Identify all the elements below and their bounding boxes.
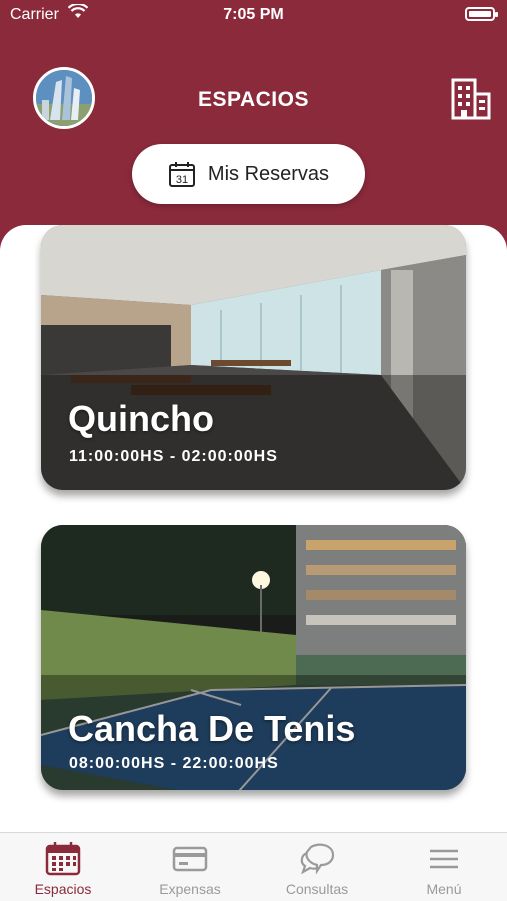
space-name: Cancha De Tenis xyxy=(68,708,356,749)
tab-menu[interactable]: Menú xyxy=(381,833,507,901)
clock: 7:05 PM xyxy=(223,6,284,23)
space-hours: 11:00:00HS - 02:00:00HS xyxy=(69,448,278,465)
mis-reservas-button[interactable]: 31 Mis Reservas xyxy=(132,144,365,204)
mis-reservas-label: Mis Reservas xyxy=(207,162,330,185)
tab-label: Consultas xyxy=(285,881,349,897)
tab-bar: Espacios Expensas Consultas Menú xyxy=(0,832,507,901)
tab-expensas[interactable]: Expensas xyxy=(127,833,253,901)
building-icon[interactable] xyxy=(451,78,491,120)
battery-icon xyxy=(465,7,498,21)
spaces-list[interactable]: Quincho 11:00:00HS - 02:00:00HS Cancha D… xyxy=(0,225,507,835)
tab-espacios[interactable]: Espacios xyxy=(0,833,126,901)
credit-card-icon xyxy=(172,846,208,872)
calendar-icon xyxy=(45,842,81,876)
tab-consultas[interactable]: Consultas xyxy=(254,833,380,901)
space-card-tenis[interactable]: Cancha De Tenis 08:00:00HS - 22:00:00HS xyxy=(41,525,466,790)
calendar-day: 31 xyxy=(176,174,188,186)
space-hours: 08:00:00HS - 22:00:00HS xyxy=(69,755,279,772)
chat-bubbles-icon xyxy=(300,843,335,875)
header-bar: Carrier 7:05 PM ESPACIOS 31 Mis Reservas xyxy=(0,0,507,250)
space-card-quincho[interactable]: Quincho 11:00:00HS - 02:00:00HS xyxy=(41,225,466,490)
status-bar: Carrier 7:05 PM xyxy=(0,0,507,32)
calendar-icon: 31 xyxy=(168,162,195,187)
space-name: Quincho xyxy=(68,398,214,439)
tab-label: Expensas xyxy=(159,881,221,897)
hamburger-icon xyxy=(430,849,458,869)
tab-label: Espacios xyxy=(34,881,92,897)
page-title: ESPACIOS xyxy=(198,88,309,111)
tab-label: Menú xyxy=(426,881,462,897)
